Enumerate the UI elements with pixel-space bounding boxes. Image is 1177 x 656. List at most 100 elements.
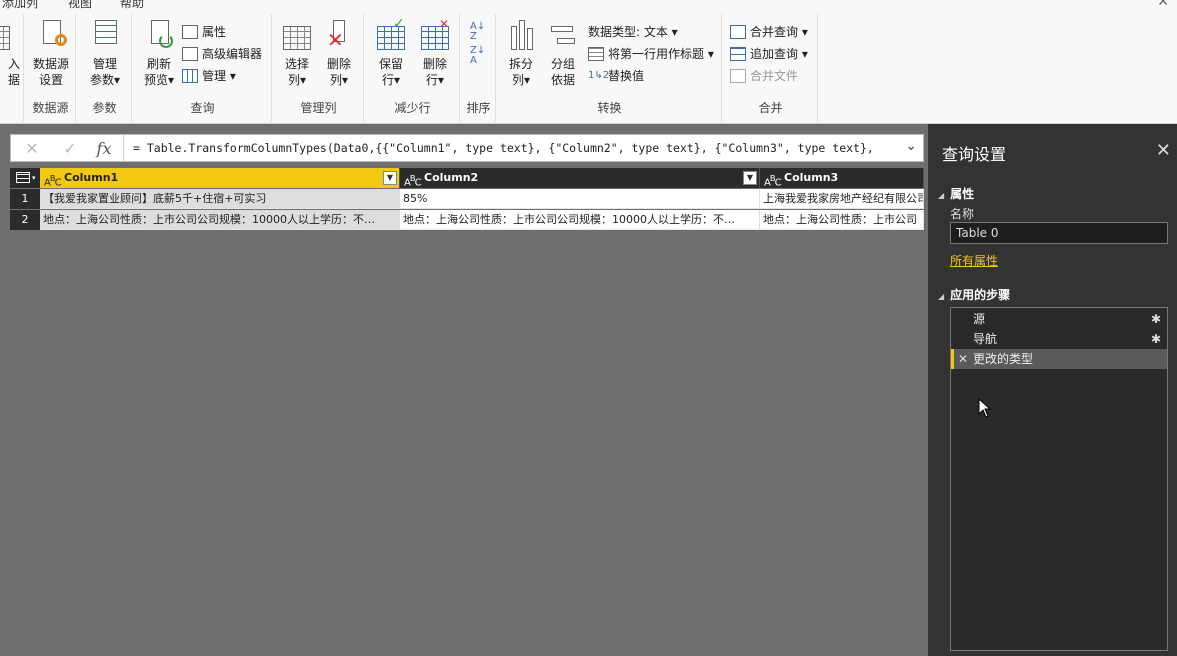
advanced-editor-icon	[182, 47, 198, 61]
remove-columns-button[interactable]: ✕ 删除 列▾	[316, 20, 362, 88]
step-source[interactable]: 源 ✱	[951, 309, 1167, 329]
manage-params-button[interactable]: 管理 参数▾	[82, 20, 128, 88]
group-label-reduce-rows: 减少行	[394, 101, 431, 115]
text-type-icon: ABC	[764, 173, 782, 188]
combine-files-icon	[730, 69, 746, 83]
gear-icon[interactable]: ✱	[1151, 309, 1161, 329]
cancel-formula-icon[interactable]: ✕	[21, 139, 43, 159]
ribbon: 添加列 视图 帮助 ✕ 入 据 数据源 设置 数据源 管理 参数▾ 参数 刷新 …	[0, 0, 1177, 124]
manage-query-button[interactable]: 管理 ▾	[182, 66, 236, 86]
group-by-icon	[547, 20, 579, 52]
refresh-icon	[143, 20, 175, 52]
remove-rows-icon: ✕	[419, 17, 451, 52]
remove-columns-icon: ✕	[323, 20, 355, 52]
sort-ascending-icon[interactable]: A↓ Z	[470, 22, 485, 42]
formula-input[interactable]: = Table.TransformColumnTypes(Data0,{{"Co…	[133, 141, 874, 155]
group-by-button[interactable]: 分组 依据	[540, 20, 586, 88]
group-label-query: 查询	[190, 101, 215, 115]
datasource-settings-icon	[35, 20, 67, 52]
step-navigation[interactable]: 导航 ✱	[951, 329, 1167, 349]
append-queries-icon	[730, 47, 746, 61]
data-type-dropdown[interactable]: 数据类型: 文本 ▾	[588, 22, 678, 42]
use-first-row-as-headers-button[interactable]: 将第一行用作标题 ▾	[588, 44, 714, 64]
sort-descending-icon[interactable]: Z↓ A	[470, 46, 485, 66]
name-label: 名称	[950, 207, 975, 221]
row-number: 1	[10, 189, 40, 209]
step-changed-type[interactable]: ✕ 更改的类型	[951, 349, 1167, 369]
keep-rows-button[interactable]: ✓ 保留 行▾	[368, 16, 414, 88]
formula-bar: ✕ ✓ fx = Table.TransformColumnTypes(Data…	[10, 134, 924, 162]
group-new-source: 入 据	[0, 14, 24, 122]
new-source-button[interactable]: 入 据	[0, 20, 20, 88]
properties-button[interactable]: 属性	[182, 22, 226, 42]
choose-columns-icon	[281, 20, 313, 52]
tab-help[interactable]: 帮助	[120, 0, 144, 11]
properties-icon	[182, 25, 198, 39]
group-label-combine: 合并	[758, 101, 783, 115]
manage-icon	[182, 69, 198, 83]
tab-add-column[interactable]: 添加列	[2, 0, 38, 11]
group-label-manage-columns: 管理列	[300, 101, 337, 115]
params-icon	[89, 20, 121, 52]
remove-rows-button[interactable]: ✕ 删除 行▾	[412, 17, 458, 88]
merge-queries-icon	[730, 25, 746, 39]
applied-steps-section-header[interactable]: ◢ 应用的步骤	[938, 286, 1010, 303]
group-combine: 合并查询 ▾ 追加查询 ▾ 合并文件 合并	[724, 14, 818, 122]
applied-steps-list: 源 ✱ 导航 ✱ ✕ 更改的类型	[950, 307, 1168, 651]
group-manage-columns: 选择 列▾ ✕ 删除 列▾ 管理列	[274, 14, 364, 122]
row-number: 2	[10, 210, 40, 230]
datasource-settings-button[interactable]: 数据源 设置	[28, 20, 74, 88]
split-column-button[interactable]: 拆分 列▾	[498, 20, 544, 88]
headers-icon	[588, 47, 604, 61]
group-query: 刷新 预览▾ 属性 高级编辑器 管理 ▾ 查询	[134, 14, 272, 122]
table-menu-icon[interactable]: ▾	[10, 168, 40, 188]
text-type-icon: ABC	[404, 173, 422, 188]
tab-view[interactable]: 视图	[68, 0, 92, 11]
gear-icon[interactable]: ✱	[1151, 329, 1161, 349]
combine-files-button[interactable]: 合并文件	[730, 66, 798, 86]
advanced-editor-button[interactable]: 高级编辑器	[182, 44, 262, 64]
expand-formula-icon[interactable]: ⌄	[905, 138, 917, 154]
merge-queries-button[interactable]: 合并查询 ▾	[730, 22, 808, 42]
replace-values-icon: 1↳2	[588, 70, 610, 81]
column-filter-dropdown-icon[interactable]: ▼	[743, 171, 757, 185]
properties-section-header[interactable]: ◢ 属性	[938, 185, 974, 202]
table-cell[interactable]: 【我爱我家置业顾问】底薪5千+住宿+可实习	[40, 189, 400, 209]
group-label-transform: 转换	[597, 101, 622, 115]
group-label-params: 参数	[92, 101, 117, 115]
table-cell[interactable]: 地点：上海公司性质：上市公司	[760, 210, 924, 230]
append-queries-button[interactable]: 追加查询 ▾	[730, 44, 808, 64]
fx-icon[interactable]: fx	[93, 139, 115, 159]
query-settings-pane: 查询设置 ✕ ◢ 属性 名称 Table 0 所有属性 ◢ 应用的步骤 源 ✱ 导航…	[928, 124, 1177, 656]
group-sort: A↓ Z Z↓ A 排序	[462, 14, 496, 122]
keep-rows-icon: ✓	[375, 16, 407, 52]
close-pane-icon[interactable]: ✕	[1156, 140, 1171, 161]
column-header-3[interactable]: ABC Column3	[760, 168, 924, 188]
column-header-1[interactable]: ABC Column1 ▼	[40, 168, 400, 188]
group-label-sort: 排序	[466, 101, 491, 115]
column-header-2[interactable]: ABC Column2 ▼	[400, 168, 760, 188]
all-properties-link[interactable]: 所有属性	[950, 252, 998, 269]
window-close-icon[interactable]: ✕	[1157, 0, 1169, 10]
column-filter-dropdown-icon[interactable]: ▼	[383, 171, 397, 185]
group-datasource: 数据源 设置 数据源	[26, 14, 76, 122]
table-cell[interactable]: 地点：上海公司性质：上市公司公司规模：10000人以上学历：不…	[400, 210, 760, 230]
table-cell[interactable]: 85%	[400, 189, 760, 209]
table-cell[interactable]: 地点：上海公司性质：上市公司公司规模：10000人以上学历：不…	[40, 210, 400, 230]
group-params: 管理 参数▾ 参数	[78, 14, 132, 122]
split-column-icon	[505, 20, 537, 52]
group-transform: 拆分 列▾ 分组 依据 数据类型: 文本 ▾ 将第一行用作标题 ▾ 1↳2 替换…	[498, 14, 722, 122]
query-name-input[interactable]: Table 0	[950, 222, 1168, 244]
delete-step-icon[interactable]: ✕	[958, 349, 968, 369]
group-label-datasource: 数据源	[32, 101, 69, 115]
confirm-formula-icon[interactable]: ✓	[59, 139, 81, 159]
choose-columns-button[interactable]: 选择 列▾	[274, 20, 320, 88]
replace-values-button[interactable]: 1↳2 替换值	[588, 66, 644, 86]
group-reduce-rows: ✓ 保留 行▾ ✕ 删除 行▾ 减少行	[366, 14, 460, 122]
mouse-cursor-icon	[978, 397, 992, 418]
text-type-icon: ABC	[44, 173, 62, 188]
formula-separator	[123, 135, 124, 161]
table-cell[interactable]: 上海我爱我家房地产经纪有限公司	[760, 189, 924, 209]
pane-title: 查询设置	[942, 145, 1007, 164]
refresh-preview-button[interactable]: 刷新 预览▾	[136, 20, 182, 88]
